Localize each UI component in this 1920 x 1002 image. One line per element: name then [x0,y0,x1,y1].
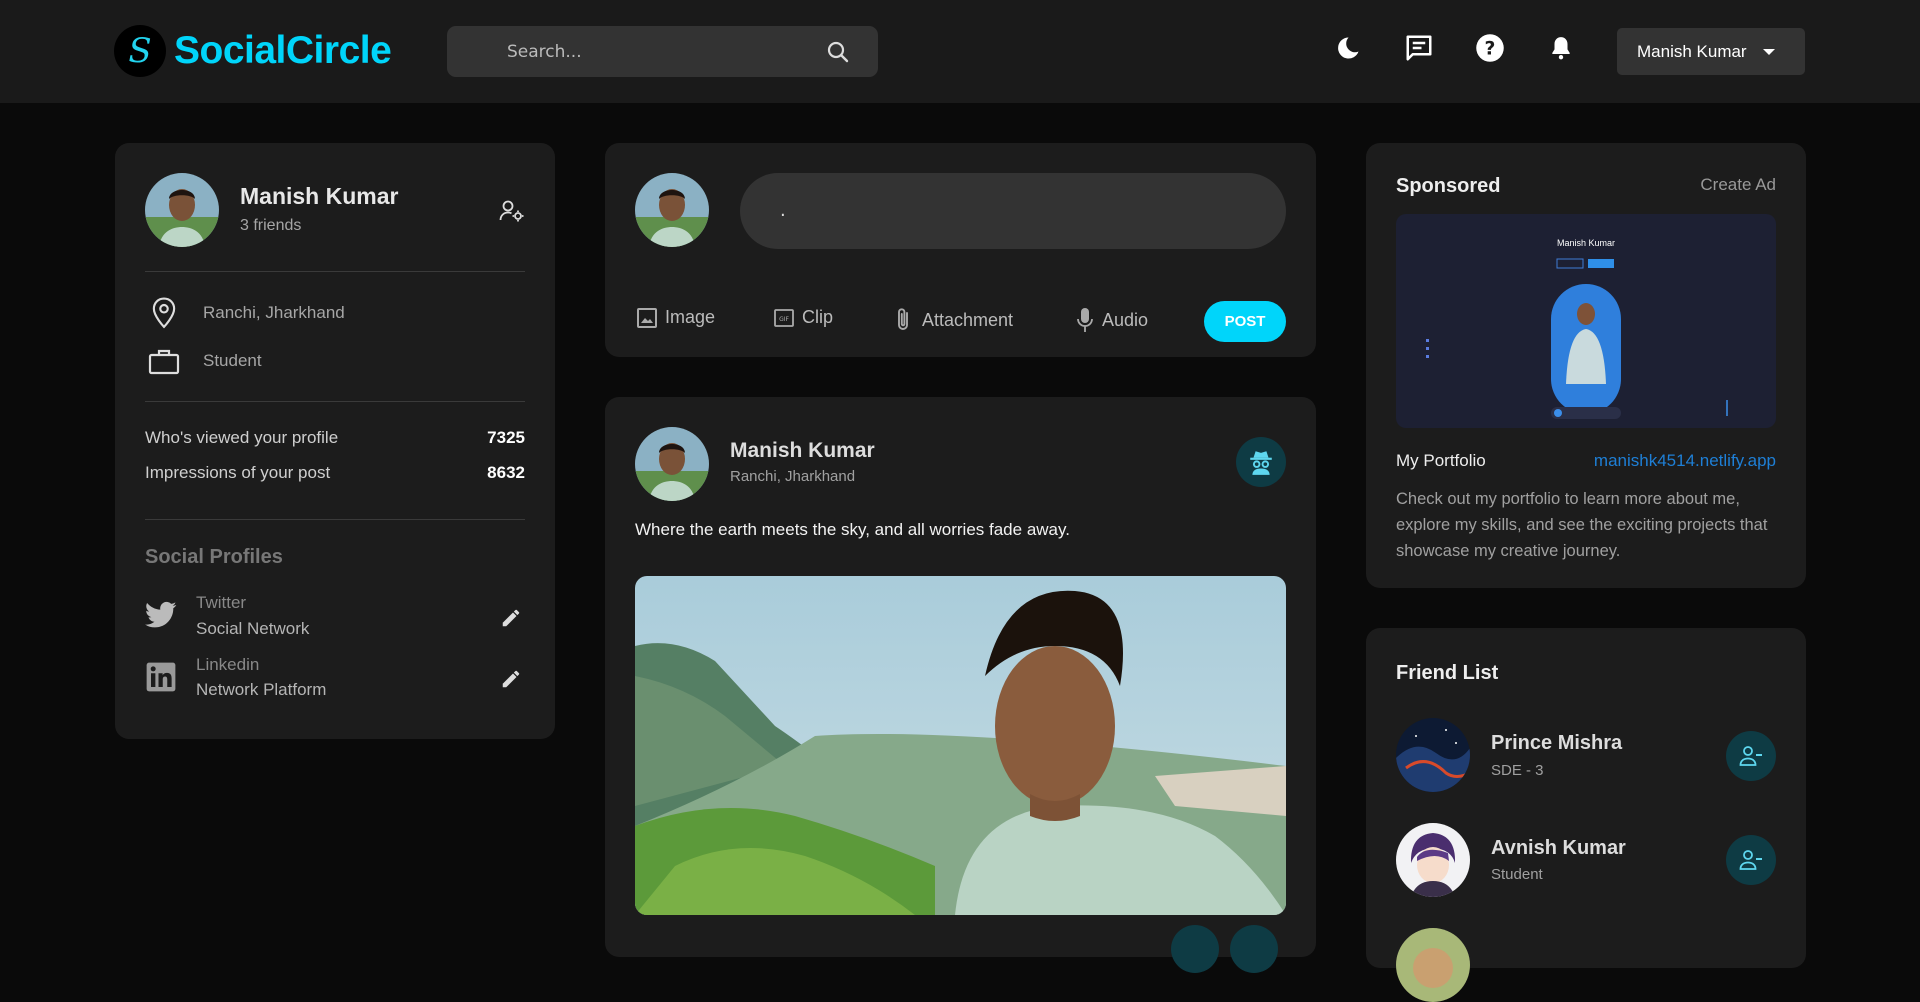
avatar[interactable] [635,173,709,247]
sponsored-title: Sponsored [1396,175,1501,197]
logo-mark-icon: S [114,25,166,77]
attachment-action-label: Attachment [922,309,1014,330]
bell-icon[interactable] [1545,32,1577,64]
friend-avatar[interactable] [1396,718,1470,792]
profile-name[interactable]: Manish Kumar [240,183,398,210]
image-action-label: Image [665,307,716,327]
stat-label: Who's viewed your profile [145,428,339,447]
friend-avatar[interactable] [1396,823,1470,897]
stat-value: 8632 [487,463,525,482]
post-composer-input[interactable]: . [740,173,1286,249]
navbar: S SocialCircle ? Manish Kumar [0,0,1920,103]
social-sub: Network Platform [196,680,327,699]
ad-description: Check out my portfolio to learn more abo… [1396,490,1768,560]
image-icon [637,307,657,328]
brand-logo[interactable]: S SocialCircle [114,25,392,77]
share-button[interactable] [1230,925,1278,973]
social-name[interactable]: Twitter [196,593,246,613]
friends-count: 3 friends [240,217,302,234]
divider [145,519,525,520]
svg-text:?: ? [1485,38,1496,59]
anonymous-button[interactable] [1236,437,1286,487]
divider [145,271,525,272]
social-name[interactable]: Linkedin [196,655,259,675]
feed-post: Manish Kumar Ranchi, Jharkhand Where the… [605,397,1316,973]
audio-action-button[interactable]: Audio [1076,307,1148,333]
friend-role: SDE - 3 [1491,762,1544,779]
remove-friend-button[interactable] [1726,835,1776,885]
like-button[interactable] [1171,925,1219,973]
post-image[interactable] [635,576,1286,915]
person-remove-icon [1739,850,1762,870]
user-dropdown-label: Manish Kumar [1637,41,1747,61]
ad-link[interactable]: manishk4514.netlify.app [1594,451,1776,471]
help-icon[interactable]: ? [1474,32,1506,64]
post-button[interactable]: POST [1204,301,1286,342]
edit-icon[interactable] [500,607,522,629]
profile-location: Ranchi, Jharkhand [203,303,345,322]
chevron-down-icon [1763,49,1775,55]
linkedin-icon [146,662,176,692]
post-location: Ranchi, Jharkhand [730,468,856,485]
stat-value: 7325 [487,428,525,447]
gif-icon: GIF [774,308,794,327]
brand-name: SocialCircle [174,29,392,72]
friend-list-title: Friend List [1396,662,1499,684]
incognito-icon [1250,451,1272,475]
avatar[interactable] [145,173,219,247]
svg-text:GIF: GIF [779,316,789,323]
divider [145,401,525,402]
location-pin-icon [152,297,176,329]
friend-avatar[interactable] [1396,928,1470,1002]
friend-role: Student [1491,866,1543,883]
search-input[interactable] [507,26,807,77]
search-icon[interactable] [826,40,850,64]
user-dropdown[interactable]: Manish Kumar [1617,28,1805,75]
ad-name: My Portfolio [1396,451,1486,470]
post-author[interactable]: Manish Kumar [730,439,875,463]
moon-icon[interactable] [1332,32,1364,64]
edit-icon[interactable] [500,668,522,690]
microphone-icon [1077,308,1093,332]
profile-card: Manish Kumar 3 friends Ranchi, Jharkhand… [115,143,555,739]
paperclip-icon [898,308,908,330]
person-remove-icon [1739,746,1762,766]
remove-friend-button[interactable] [1726,731,1776,781]
stat-label: Impressions of your post [145,463,331,482]
search-bar [447,26,878,77]
avatar[interactable] [635,427,709,501]
audio-action-label: Audio [1102,309,1149,330]
message-icon[interactable] [1403,32,1435,64]
clip-action-button[interactable]: GIF Clip [774,307,833,328]
attachment-action-button[interactable]: Attachment [894,307,1013,333]
briefcase-icon [148,349,180,375]
create-ad-link[interactable]: Create Ad [1700,175,1776,195]
social-sub: Social Network [196,619,310,638]
ad-image[interactable]: Manish Kumar [1396,214,1776,428]
friend-name[interactable]: Avnish Kumar [1491,837,1626,860]
friend-name[interactable]: Prince Mishra [1491,732,1622,755]
image-action-button[interactable]: Image [637,307,715,328]
sponsored-card: Sponsored Create Ad Manish Kumar My Port… [1366,143,1806,588]
social-profiles-title: Social Profiles [145,546,283,568]
create-post-card: . Image GIF Clip Attachment Audio POST [605,143,1316,357]
manage-account-icon[interactable] [499,199,525,223]
clip-action-label: Clip [802,307,834,327]
twitter-icon [145,601,177,628]
profile-occupation: Student [203,351,262,370]
friend-list-card: Friend List Prince Mishra SDE - 3 Avnish… [1366,628,1806,1002]
post-text: Where the earth meets the sky, and all w… [635,520,1070,539]
